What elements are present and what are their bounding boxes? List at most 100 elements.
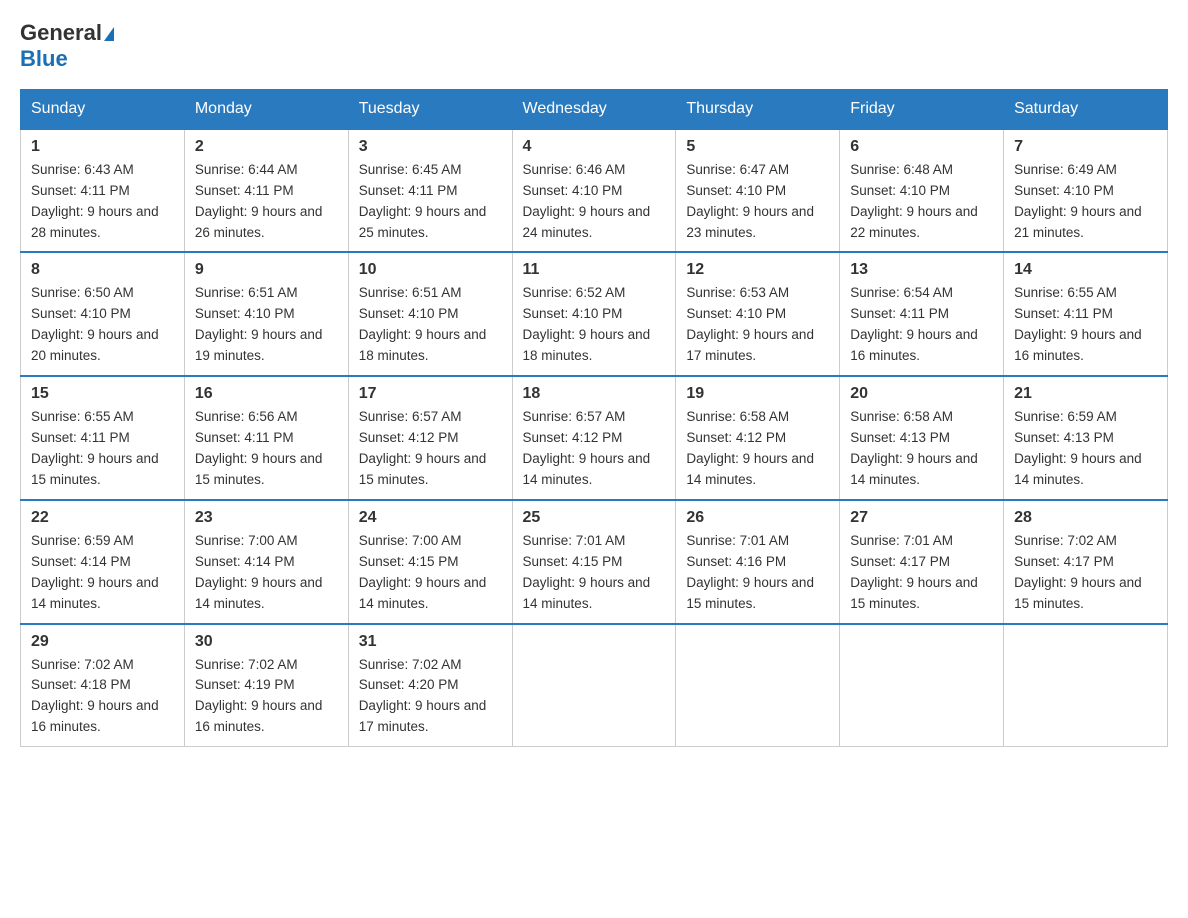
calendar-day-cell: 17 Sunrise: 6:57 AM Sunset: 4:12 PM Dayl… xyxy=(348,376,512,500)
day-number: 17 xyxy=(359,385,502,403)
day-number: 10 xyxy=(359,261,502,279)
day-number: 15 xyxy=(31,385,174,403)
day-number: 26 xyxy=(686,509,829,527)
day-info: Sunrise: 6:45 AM Sunset: 4:11 PM Dayligh… xyxy=(359,160,502,244)
day-number: 23 xyxy=(195,509,338,527)
weekday-header: Thursday xyxy=(676,89,840,129)
day-info: Sunrise: 6:56 AM Sunset: 4:11 PM Dayligh… xyxy=(195,407,338,491)
day-number: 31 xyxy=(359,633,502,651)
calendar-day-cell: 4 Sunrise: 6:46 AM Sunset: 4:10 PM Dayli… xyxy=(512,129,676,253)
day-info: Sunrise: 6:51 AM Sunset: 4:10 PM Dayligh… xyxy=(195,283,338,367)
day-info: Sunrise: 6:54 AM Sunset: 4:11 PM Dayligh… xyxy=(850,283,993,367)
day-number: 16 xyxy=(195,385,338,403)
weekday-header: Saturday xyxy=(1004,89,1168,129)
day-number: 11 xyxy=(523,261,666,279)
calendar-day-cell: 24 Sunrise: 7:00 AM Sunset: 4:15 PM Dayl… xyxy=(348,500,512,624)
day-number: 7 xyxy=(1014,138,1157,156)
calendar-week-row: 8 Sunrise: 6:50 AM Sunset: 4:10 PM Dayli… xyxy=(21,252,1168,376)
day-number: 25 xyxy=(523,509,666,527)
calendar-day-cell: 7 Sunrise: 6:49 AM Sunset: 4:10 PM Dayli… xyxy=(1004,129,1168,253)
calendar-day-cell: 30 Sunrise: 7:02 AM Sunset: 4:19 PM Dayl… xyxy=(184,624,348,747)
day-number: 29 xyxy=(31,633,174,651)
day-info: Sunrise: 6:51 AM Sunset: 4:10 PM Dayligh… xyxy=(359,283,502,367)
day-number: 14 xyxy=(1014,261,1157,279)
day-info: Sunrise: 6:59 AM Sunset: 4:14 PM Dayligh… xyxy=(31,531,174,615)
day-number: 2 xyxy=(195,138,338,156)
day-info: Sunrise: 6:58 AM Sunset: 4:12 PM Dayligh… xyxy=(686,407,829,491)
calendar-week-row: 29 Sunrise: 7:02 AM Sunset: 4:18 PM Dayl… xyxy=(21,624,1168,747)
calendar-day-cell: 11 Sunrise: 6:52 AM Sunset: 4:10 PM Dayl… xyxy=(512,252,676,376)
day-number: 12 xyxy=(686,261,829,279)
calendar-week-row: 15 Sunrise: 6:55 AM Sunset: 4:11 PM Dayl… xyxy=(21,376,1168,500)
logo-general: General xyxy=(20,20,114,46)
calendar-header-row: SundayMondayTuesdayWednesdayThursdayFrid… xyxy=(21,89,1168,129)
day-info: Sunrise: 7:02 AM Sunset: 4:20 PM Dayligh… xyxy=(359,655,502,739)
calendar-day-cell: 21 Sunrise: 6:59 AM Sunset: 4:13 PM Dayl… xyxy=(1004,376,1168,500)
calendar-week-row: 22 Sunrise: 6:59 AM Sunset: 4:14 PM Dayl… xyxy=(21,500,1168,624)
calendar-day-cell: 19 Sunrise: 6:58 AM Sunset: 4:12 PM Dayl… xyxy=(676,376,840,500)
day-info: Sunrise: 6:59 AM Sunset: 4:13 PM Dayligh… xyxy=(1014,407,1157,491)
calendar-day-cell: 28 Sunrise: 7:02 AM Sunset: 4:17 PM Dayl… xyxy=(1004,500,1168,624)
weekday-header: Sunday xyxy=(21,89,185,129)
day-number: 5 xyxy=(686,138,829,156)
day-info: Sunrise: 7:02 AM Sunset: 4:19 PM Dayligh… xyxy=(195,655,338,739)
day-number: 13 xyxy=(850,261,993,279)
calendar-day-cell: 23 Sunrise: 7:00 AM Sunset: 4:14 PM Dayl… xyxy=(184,500,348,624)
day-number: 9 xyxy=(195,261,338,279)
day-number: 19 xyxy=(686,385,829,403)
day-info: Sunrise: 6:50 AM Sunset: 4:10 PM Dayligh… xyxy=(31,283,174,367)
day-number: 28 xyxy=(1014,509,1157,527)
day-info: Sunrise: 6:44 AM Sunset: 4:11 PM Dayligh… xyxy=(195,160,338,244)
weekday-header: Friday xyxy=(840,89,1004,129)
day-info: Sunrise: 6:58 AM Sunset: 4:13 PM Dayligh… xyxy=(850,407,993,491)
day-info: Sunrise: 6:57 AM Sunset: 4:12 PM Dayligh… xyxy=(359,407,502,491)
day-info: Sunrise: 6:48 AM Sunset: 4:10 PM Dayligh… xyxy=(850,160,993,244)
day-info: Sunrise: 6:47 AM Sunset: 4:10 PM Dayligh… xyxy=(686,160,829,244)
day-info: Sunrise: 6:55 AM Sunset: 4:11 PM Dayligh… xyxy=(31,407,174,491)
calendar-day-cell: 20 Sunrise: 6:58 AM Sunset: 4:13 PM Dayl… xyxy=(840,376,1004,500)
day-info: Sunrise: 6:43 AM Sunset: 4:11 PM Dayligh… xyxy=(31,160,174,244)
day-info: Sunrise: 6:49 AM Sunset: 4:10 PM Dayligh… xyxy=(1014,160,1157,244)
day-info: Sunrise: 7:01 AM Sunset: 4:16 PM Dayligh… xyxy=(686,531,829,615)
day-info: Sunrise: 6:52 AM Sunset: 4:10 PM Dayligh… xyxy=(523,283,666,367)
calendar-day-cell: 6 Sunrise: 6:48 AM Sunset: 4:10 PM Dayli… xyxy=(840,129,1004,253)
calendar-table: SundayMondayTuesdayWednesdayThursdayFrid… xyxy=(20,89,1168,747)
logo-triangle-icon xyxy=(104,27,114,41)
day-info: Sunrise: 7:02 AM Sunset: 4:17 PM Dayligh… xyxy=(1014,531,1157,615)
calendar-day-cell: 2 Sunrise: 6:44 AM Sunset: 4:11 PM Dayli… xyxy=(184,129,348,253)
calendar-day-cell: 25 Sunrise: 7:01 AM Sunset: 4:15 PM Dayl… xyxy=(512,500,676,624)
day-number: 21 xyxy=(1014,385,1157,403)
calendar-day-cell xyxy=(840,624,1004,747)
calendar-day-cell: 10 Sunrise: 6:51 AM Sunset: 4:10 PM Dayl… xyxy=(348,252,512,376)
day-info: Sunrise: 7:00 AM Sunset: 4:15 PM Dayligh… xyxy=(359,531,502,615)
day-number: 22 xyxy=(31,509,174,527)
day-info: Sunrise: 7:01 AM Sunset: 4:17 PM Dayligh… xyxy=(850,531,993,615)
day-info: Sunrise: 7:02 AM Sunset: 4:18 PM Dayligh… xyxy=(31,655,174,739)
calendar-day-cell: 22 Sunrise: 6:59 AM Sunset: 4:14 PM Dayl… xyxy=(21,500,185,624)
weekday-header: Tuesday xyxy=(348,89,512,129)
calendar-day-cell: 15 Sunrise: 6:55 AM Sunset: 4:11 PM Dayl… xyxy=(21,376,185,500)
day-number: 3 xyxy=(359,138,502,156)
calendar-day-cell: 9 Sunrise: 6:51 AM Sunset: 4:10 PM Dayli… xyxy=(184,252,348,376)
weekday-header: Wednesday xyxy=(512,89,676,129)
calendar-day-cell: 26 Sunrise: 7:01 AM Sunset: 4:16 PM Dayl… xyxy=(676,500,840,624)
calendar-day-cell: 16 Sunrise: 6:56 AM Sunset: 4:11 PM Dayl… xyxy=(184,376,348,500)
calendar-day-cell: 31 Sunrise: 7:02 AM Sunset: 4:20 PM Dayl… xyxy=(348,624,512,747)
day-number: 18 xyxy=(523,385,666,403)
calendar-day-cell: 18 Sunrise: 6:57 AM Sunset: 4:12 PM Dayl… xyxy=(512,376,676,500)
day-number: 20 xyxy=(850,385,993,403)
calendar-day-cell: 1 Sunrise: 6:43 AM Sunset: 4:11 PM Dayli… xyxy=(21,129,185,253)
day-number: 27 xyxy=(850,509,993,527)
logo-blue: Blue xyxy=(20,46,114,72)
day-info: Sunrise: 7:00 AM Sunset: 4:14 PM Dayligh… xyxy=(195,531,338,615)
calendar-day-cell: 12 Sunrise: 6:53 AM Sunset: 4:10 PM Dayl… xyxy=(676,252,840,376)
day-info: Sunrise: 6:46 AM Sunset: 4:10 PM Dayligh… xyxy=(523,160,666,244)
weekday-header: Monday xyxy=(184,89,348,129)
calendar-week-row: 1 Sunrise: 6:43 AM Sunset: 4:11 PM Dayli… xyxy=(21,129,1168,253)
day-number: 8 xyxy=(31,261,174,279)
calendar-day-cell xyxy=(512,624,676,747)
calendar-day-cell xyxy=(1004,624,1168,747)
page-header: General Blue xyxy=(20,20,1168,73)
day-number: 6 xyxy=(850,138,993,156)
day-number: 1 xyxy=(31,138,174,156)
